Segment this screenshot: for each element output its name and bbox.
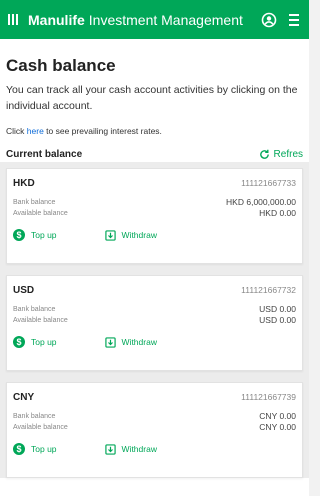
available-balance-label: Available balance <box>13 424 68 431</box>
dollar-icon: $ <box>13 336 25 348</box>
dollar-icon: $ <box>13 229 25 241</box>
currency-code: CNY <box>13 391 35 403</box>
withdraw-label: Withdraw <box>121 337 157 347</box>
currency-code: HKD <box>13 177 35 189</box>
withdraw-label: Withdraw <box>121 444 157 454</box>
account-card-hkd[interactable]: HKD 111121667733 Bank balance HKD 6,000,0… <box>6 168 303 264</box>
manulife-logo-icon <box>8 14 20 25</box>
withdraw-button[interactable]: Withdraw <box>104 336 157 348</box>
interest-rate-link[interactable]: here <box>27 126 44 136</box>
top-up-button[interactable]: $ Top up <box>13 336 57 348</box>
refresh-label: Refres <box>273 148 303 160</box>
main-content: Cash balance You can track all your cash… <box>0 39 309 496</box>
withdraw-button[interactable]: Withdraw <box>104 229 157 241</box>
account-card-usd[interactable]: USD 111121667732 Bank balance USD 0.00 Av… <box>6 275 303 371</box>
bank-balance-value: CNY 0.00 <box>259 411 296 421</box>
available-balance-value: USD 0.00 <box>259 315 296 325</box>
top-up-button[interactable]: $ Top up <box>13 229 57 241</box>
bank-balance-value: USD 0.00 <box>259 304 296 314</box>
brand-subtitle: Investment Management <box>88 11 243 28</box>
interest-prefix: Click <box>6 126 27 136</box>
bank-balance-value: HKD 6,000,000.00 <box>226 197 296 207</box>
account-card-cny[interactable]: CNY 111121667739 Bank balance CNY 0.00 Av… <box>6 382 303 478</box>
bank-balance-label: Bank balance <box>13 306 56 313</box>
interest-rate-note: Click here to see prevailing interest ra… <box>6 126 303 137</box>
withdraw-button[interactable]: Withdraw <box>104 443 157 455</box>
top-bar: Manulife Investment Management <box>0 0 309 39</box>
top-up-label: Top up <box>31 337 57 347</box>
current-balance-header: Current balance Refres <box>6 146 303 162</box>
refresh-button[interactable]: Refres <box>259 149 303 160</box>
section-title: Current balance <box>6 148 83 160</box>
user-circle-icon[interactable] <box>261 12 277 28</box>
available-balance-value: CNY 0.00 <box>259 422 296 432</box>
dollar-icon: $ <box>13 443 25 455</box>
interest-suffix: to see prevailing interest rates. <box>43 126 162 136</box>
intro-text: You can track all your cash account acti… <box>6 84 298 112</box>
account-number: 111121667732 <box>241 285 296 295</box>
brand-strong: Manulife <box>28 11 85 28</box>
account-number: 111121667733 <box>241 178 296 188</box>
available-balance-value: HKD 0.00 <box>259 208 296 218</box>
withdraw-icon <box>104 443 116 455</box>
available-balance-label: Available balance <box>13 317 68 324</box>
top-up-label: Top up <box>31 230 57 240</box>
bank-balance-label: Bank balance <box>13 413 56 420</box>
page-title: Cash balance <box>6 56 116 75</box>
available-balance-label: Available balance <box>13 210 68 217</box>
bank-balance-label: Bank balance <box>13 199 56 206</box>
hamburger-menu-icon[interactable] <box>289 13 299 26</box>
brand-name: Manulife Investment Management <box>28 12 243 28</box>
withdraw-label: Withdraw <box>121 230 157 240</box>
account-list: HKD 111121667733 Bank balance HKD 6,000,0… <box>0 162 309 478</box>
withdraw-icon <box>104 336 116 348</box>
currency-code: USD <box>13 284 35 296</box>
top-up-label: Top up <box>31 444 57 454</box>
refresh-icon <box>259 149 269 159</box>
top-up-button[interactable]: $ Top up <box>13 443 57 455</box>
withdraw-icon <box>104 229 116 241</box>
account-number: 111121667739 <box>241 392 296 402</box>
